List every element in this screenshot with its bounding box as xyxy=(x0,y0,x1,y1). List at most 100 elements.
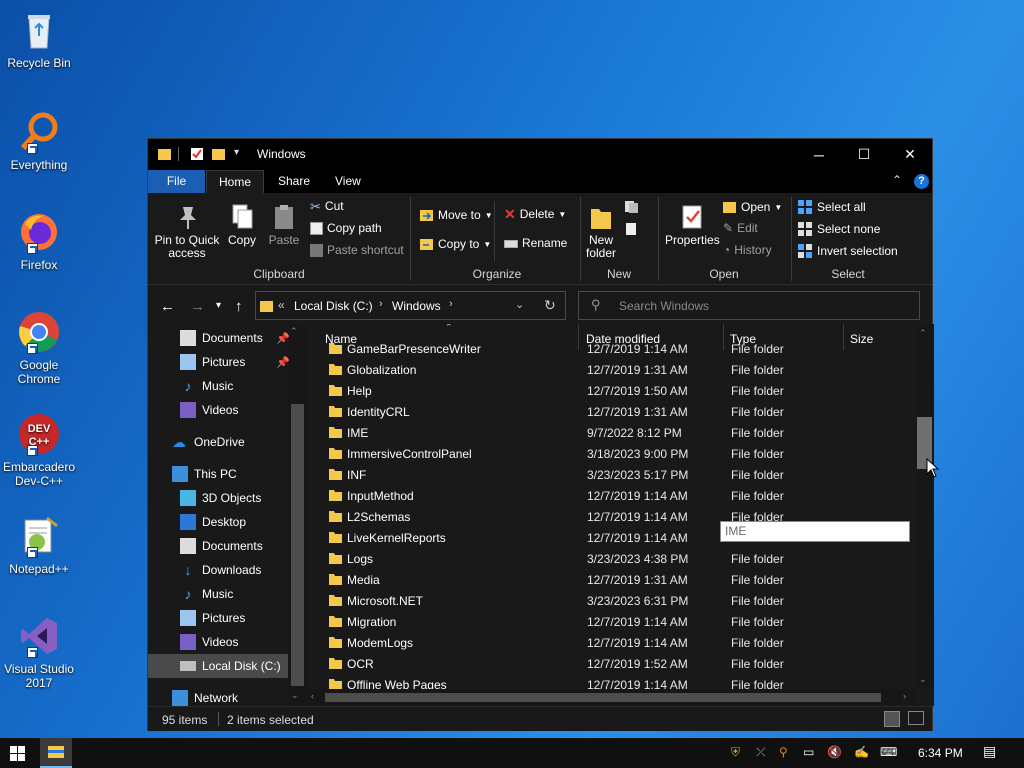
nav-item-3d-objects[interactable]: 3D Objects xyxy=(148,486,288,510)
help-icon[interactable]: ? xyxy=(914,174,929,189)
desktop-icon-devcpp[interactable]: DEV C++ Embarcadero Dev-C++ xyxy=(2,412,76,488)
nav-item-onedrive[interactable]: ☁ OneDrive xyxy=(148,430,288,454)
move-to-button[interactable]: Move to ▼ xyxy=(420,208,493,222)
close-button[interactable]: ✕ xyxy=(887,139,933,170)
copy-to-button[interactable]: Copy to ▼ xyxy=(420,237,491,251)
invert-selection-button[interactable]: Invert selection xyxy=(798,244,898,259)
nav-item-network[interactable]: Network xyxy=(148,686,288,706)
nav-item-documents[interactable]: Documents xyxy=(148,534,288,558)
properties-quick-icon[interactable] xyxy=(190,147,204,161)
chevron-down-icon[interactable]: ⌄ xyxy=(515,298,524,311)
new-folder-button[interactable]: New folder xyxy=(584,203,618,260)
easy-access-button[interactable] xyxy=(624,222,644,239)
table-row[interactable]: Logs 3/23/2023 4:38 PM File folder xyxy=(307,548,917,569)
rename-button[interactable]: Rename xyxy=(504,237,567,250)
paste-button[interactable]: Paste xyxy=(266,203,302,247)
nav-item-documents-pinned[interactable]: Documents 📌 xyxy=(148,326,290,350)
desktop-icon-notepadpp[interactable]: Notepad++ xyxy=(2,514,76,576)
chevron-right-icon[interactable]: › xyxy=(379,298,383,310)
scroll-down-icon[interactable]: ⌄ xyxy=(919,674,927,685)
table-row[interactable]: ModemLogs 12/7/2019 1:14 AM File folder xyxy=(307,632,917,653)
taskbar-file-explorer[interactable] xyxy=(40,738,72,768)
chevron-right-icon[interactable]: › xyxy=(449,298,453,310)
everything-tray-icon[interactable]: ⚲ xyxy=(779,745,788,759)
table-row[interactable]: IME 9/7/2022 8:12 PM File folder xyxy=(307,422,917,443)
pin-icon[interactable]: 📌 xyxy=(276,356,290,369)
display-icon[interactable]: ▭ xyxy=(803,745,814,759)
nav-item-pictures[interactable]: Pictures xyxy=(148,606,288,630)
refresh-icon[interactable]: ↻ xyxy=(544,297,556,314)
desktop-icon-firefox[interactable]: Firefox xyxy=(2,210,76,272)
table-row[interactable]: OCR 12/7/2019 1:52 AM File folder xyxy=(307,653,917,674)
nav-scrollbar-thumb[interactable] xyxy=(291,404,304,686)
address-box[interactable]: « Local Disk (C:) › Windows › ⌄ ↻ xyxy=(255,291,566,320)
nav-item-videos[interactable]: Videos xyxy=(148,398,288,422)
new-item-button[interactable] xyxy=(624,200,644,217)
select-none-button[interactable]: Select none xyxy=(798,222,880,237)
scroll-down-icon[interactable]: ⌄ xyxy=(291,690,299,701)
maximize-button[interactable]: ☐ xyxy=(841,139,887,170)
desktop-icon-chrome[interactable]: Google Chrome xyxy=(2,310,76,386)
search-input[interactable]: Search Windows xyxy=(619,299,709,313)
file-list-scrollbar[interactable]: ⌃ ⌄ xyxy=(916,324,933,689)
table-row[interactable]: Help 12/7/2019 1:50 AM File folder xyxy=(307,380,917,401)
back-arrow-icon[interactable]: ← xyxy=(160,298,175,315)
copy-button[interactable]: Copy xyxy=(224,203,260,247)
scroll-left-icon[interactable]: ‹ xyxy=(311,691,314,701)
delete-button[interactable]: ✕ Delete ▼ xyxy=(504,207,566,221)
network-disabled-icon[interactable]: ⤫ xyxy=(756,745,766,760)
nav-item-downloads[interactable]: ↓ Downloads xyxy=(148,558,288,582)
pen-icon[interactable]: ✍ xyxy=(854,745,869,759)
keyboard-icon[interactable]: ⌨ xyxy=(880,745,897,759)
table-row[interactable]: Microsoft.NET 3/23/2023 6:31 PM File folde… xyxy=(307,590,917,611)
up-arrow-icon[interactable]: ↑ xyxy=(235,298,243,315)
table-row[interactable]: Globalization 12/7/2019 1:31 AM File folde… xyxy=(307,359,917,380)
title-bar[interactable]: ▾ Windows ─ ☐ ✕ xyxy=(148,139,932,170)
table-row[interactable]: GameBarPresenceWriter 12/7/2019 1:14 AM Fi… xyxy=(307,338,917,359)
table-row[interactable]: InputMethod 12/7/2019 1:14 AM File folder xyxy=(307,485,917,506)
nav-item-videos-pc[interactable]: Videos xyxy=(148,630,288,654)
pin-icon[interactable]: 📌 xyxy=(276,332,290,345)
breadcrumb-windows[interactable]: Windows xyxy=(392,299,441,313)
minimize-button[interactable]: ─ xyxy=(796,139,842,170)
desktop-icon-visual-studio[interactable]: Visual Studio 2017 xyxy=(2,614,76,690)
customize-quick-access-icon[interactable]: ▾ xyxy=(234,147,248,161)
new-folder-quick-icon[interactable] xyxy=(212,147,226,161)
volume-muted-icon[interactable]: 🔇 xyxy=(827,745,842,759)
notifications-icon[interactable]: ▤ xyxy=(983,743,996,760)
nav-item-music-pc[interactable]: ♪ Music xyxy=(148,582,288,606)
paste-shortcut-button[interactable]: Paste shortcut xyxy=(310,244,404,257)
tab-file[interactable]: File xyxy=(148,170,205,193)
open-button[interactable]: Open ▼ xyxy=(723,200,782,214)
scroll-up-icon[interactable]: ⌃ xyxy=(290,326,298,337)
nav-item-local-disk[interactable]: Local Disk (C:) xyxy=(148,654,288,678)
properties-button[interactable]: Properties xyxy=(665,203,720,247)
tab-share[interactable]: Share xyxy=(266,170,322,193)
scroll-up-icon[interactable]: ⌃ xyxy=(919,328,927,339)
select-all-button[interactable]: Select all xyxy=(798,200,866,215)
desktop-icon-everything[interactable]: Everything xyxy=(2,110,76,172)
horizontal-scrollbar-thumb[interactable] xyxy=(325,693,881,702)
breadcrumb-local-disk[interactable]: Local Disk (C:) xyxy=(294,299,373,313)
large-icons-view-icon[interactable] xyxy=(908,711,924,725)
nav-item-music[interactable]: ♪ Music xyxy=(148,374,288,398)
copy-path-button[interactable]: Copy path xyxy=(310,222,382,235)
clock[interactable]: 6:34 PM xyxy=(918,746,963,760)
table-row[interactable]: Media 12/7/2019 1:31 AM File folder xyxy=(307,569,917,590)
search-box[interactable]: ⚲ Search Windows xyxy=(578,291,920,320)
forward-arrow-icon[interactable]: → xyxy=(190,298,205,315)
table-row[interactable]: IdentityCRL 12/7/2019 1:31 AM File folder xyxy=(307,401,917,422)
edit-button[interactable]: ✎ Edit xyxy=(723,222,758,235)
horizontal-scrollbar[interactable]: ‹ › xyxy=(307,689,916,706)
desktop-icon-recycle-bin[interactable]: Recycle Bin xyxy=(2,8,76,70)
recent-locations-icon[interactable]: ▾ xyxy=(216,300,221,311)
tab-view[interactable]: View xyxy=(323,170,373,193)
pin-quick-access-button[interactable]: Pin to Quick access xyxy=(154,203,220,260)
scroll-right-icon[interactable]: › xyxy=(903,691,906,701)
nav-item-desktop[interactable]: Desktop xyxy=(148,510,288,534)
nav-item-this-pc[interactable]: This PC xyxy=(148,462,288,486)
nav-item-pictures-pinned[interactable]: Pictures 📌 xyxy=(148,350,290,374)
table-row[interactable]: INF 3/23/2023 5:17 PM File folder xyxy=(307,464,917,485)
security-shield-icon[interactable]: ⛨ xyxy=(731,745,740,760)
cut-button[interactable]: ✂ Cut xyxy=(310,200,344,214)
